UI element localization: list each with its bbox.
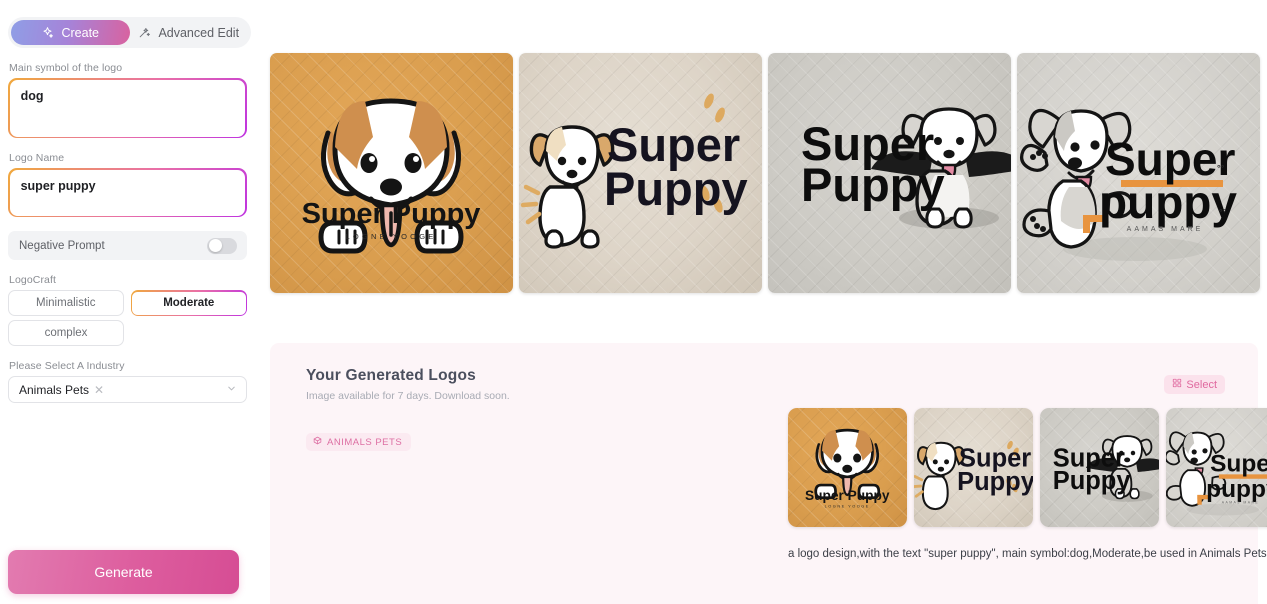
thumb-1-tagline: LOGNE YOOGE: [825, 504, 870, 509]
thumb-1-title: Super Puppy: [805, 488, 890, 503]
dog-face-logo-art: Super Puppy LOGNE YOOGE: [270, 53, 513, 293]
thumbnail-2[interactable]: Super Puppy: [914, 408, 1033, 527]
prompt-caption: a logo design,with the text "super puppy…: [788, 548, 1267, 560]
logo-4-mark-1: °°: [1217, 163, 1225, 173]
chevron-down-icon[interactable]: [226, 381, 237, 399]
industry-select[interactable]: Animals Pets ✕: [8, 376, 247, 404]
thumb-4-title-line1: Super: [1210, 450, 1267, 477]
jumping-dog-thumb-art: Super puppy AAMAS MARE: [1166, 408, 1267, 527]
select-button-label: Select: [1186, 378, 1217, 391]
negative-prompt-row[interactable]: Negative Prompt: [8, 231, 247, 261]
superhero-dog-thumb-art: Super Puppy: [1040, 408, 1159, 527]
thumb-4-tagline: AAMAS MARE: [1222, 501, 1259, 505]
results-row: ANIMALS PETS Super Puppy LOGNE YOOGE Sup…: [306, 408, 1267, 560]
hero-logo-gallery: Super Puppy LOGNE YOOGE Super Puppy Supe…: [270, 53, 1260, 293]
main-symbol-input[interactable]: dog: [8, 78, 247, 139]
logocraft-options-row-1: Minimalistic Moderate: [8, 290, 247, 317]
superhero-dog-logo-art: Super Puppy: [768, 53, 1011, 293]
logocraft-label: LogoCraft: [9, 274, 57, 287]
thumbnail-1[interactable]: Super Puppy LOGNE YOOGE: [788, 408, 907, 527]
logo-name-value: super puppy: [20, 178, 96, 193]
thumbnail-strip: Super Puppy LOGNE YOOGE Super Puppy Supe…: [788, 408, 1267, 527]
close-icon[interactable]: ✕: [94, 383, 104, 397]
logo-1-tagline: LOGNE YOOGE: [346, 232, 437, 241]
logo-generator-app: Create Advanced Edit Main symbol of the …: [0, 0, 1267, 604]
box-icon: [313, 436, 322, 448]
thumb-4-title-line2: puppy: [1206, 476, 1267, 503]
logocraft-option-minimalistic-label: Minimalistic: [36, 297, 96, 310]
mode-tabs: Create Advanced Edit: [8, 17, 251, 48]
logo-name-input[interactable]: super puppy: [8, 168, 247, 218]
logo-2-title-line2: Puppy: [604, 162, 748, 215]
tab-create-label: Create: [61, 25, 100, 40]
selection-grid-icon: [1172, 378, 1182, 391]
logo-1-title: Super Puppy: [302, 198, 481, 230]
negative-prompt-toggle[interactable]: [207, 237, 237, 254]
standing-dog-logo-art: Super Puppy: [519, 53, 762, 293]
thumb-3-title-line2: Puppy: [1053, 467, 1132, 495]
negative-prompt-label: Negative Prompt: [19, 239, 105, 252]
tab-advanced-edit-label: Advanced Edit: [158, 25, 240, 40]
industry-selected-value: Animals Pets: [19, 382, 90, 397]
main-symbol-label: Main symbol of the logo: [9, 62, 123, 74]
logocraft-option-moderate-label: Moderate: [132, 291, 246, 315]
hero-logo-card-2[interactable]: Super Puppy: [519, 53, 762, 293]
results-panel: Your Generated Logos Image available for…: [270, 343, 1267, 604]
magic-wand-icon: [138, 26, 151, 39]
results-subtitle: Image available for 7 days. Download soo…: [306, 390, 510, 402]
generate-button[interactable]: Generate: [8, 550, 239, 594]
logocraft-options-row-2: complex: [8, 320, 128, 347]
logo-name-label: Logo Name: [9, 152, 65, 165]
sidebar: Create Advanced Edit Main symbol of the …: [0, 0, 255, 604]
dog-face-thumb-art: Super Puppy LOGNE YOOGE: [788, 408, 907, 527]
logo-4-mark-2: °°: [1219, 207, 1227, 217]
sparkle-icon: [41, 26, 54, 39]
hero-logo-card-1[interactable]: Super Puppy LOGNE YOOGE: [270, 53, 513, 293]
logo-3-title-line2: Puppy: [801, 158, 945, 211]
logocraft-option-complex[interactable]: complex: [8, 320, 124, 347]
logo-4-tagline: AAMAS MARE: [1127, 226, 1204, 233]
logocraft-option-minimalistic[interactable]: Minimalistic: [8, 290, 124, 317]
select-button[interactable]: Select: [1164, 375, 1225, 394]
hero-logo-card-3[interactable]: Super Puppy: [768, 53, 1011, 293]
thumb-2-title-line2: Puppy: [957, 468, 1033, 496]
logo-4-title-line2: puppy: [1099, 176, 1237, 228]
standing-dog-thumb-art: Super Puppy: [914, 408, 1033, 527]
main-symbol-value: dog: [20, 88, 44, 103]
jumping-dog-logo-art: Super puppy AAMAS MARE °° °°: [1017, 53, 1260, 293]
results-title: Your Generated Logos: [306, 367, 476, 384]
hero-logo-card-4[interactable]: Super puppy AAMAS MARE °° °°: [1017, 53, 1260, 293]
industry-label: Please Select A Industry: [9, 360, 125, 373]
main-content: Super Puppy LOGNE YOOGE Super Puppy Supe…: [255, 0, 1267, 604]
tab-create[interactable]: Create: [11, 20, 130, 45]
thumbnail-4[interactable]: Super puppy AAMAS MARE: [1166, 408, 1267, 527]
industry-tag-label: ANIMALS PETS: [327, 436, 403, 448]
logocraft-option-moderate[interactable]: Moderate: [130, 290, 247, 317]
industry-tag: ANIMALS PETS: [306, 433, 412, 451]
thumbnail-3[interactable]: Super Puppy: [1040, 408, 1159, 527]
tab-advanced-edit[interactable]: Advanced Edit: [130, 20, 249, 45]
logocraft-option-complex-label: complex: [44, 327, 88, 340]
